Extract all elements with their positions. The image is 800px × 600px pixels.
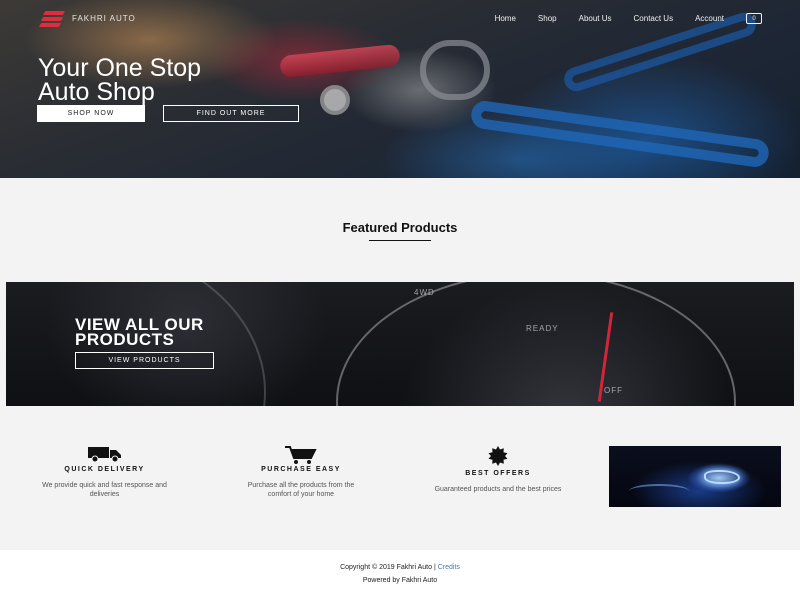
- feature-title: QUICK DELIVERY: [64, 466, 145, 473]
- view-products-button[interactable]: VIEW PRODUCTS: [75, 352, 214, 369]
- powered-by-text: Powered by Fakhri Auto: [362, 577, 438, 584]
- feature-description: Purchase all the products from the comfo…: [222, 481, 380, 499]
- cart-count: 0: [752, 15, 756, 22]
- gauge-label: READY: [526, 324, 559, 333]
- hero-title: Your One Stop Auto Shop: [38, 54, 202, 106]
- feature-description-line: Guaranteed products and the best prices: [434, 486, 562, 493]
- nav-account[interactable]: Account: [695, 14, 724, 23]
- nav-shop[interactable]: Shop: [538, 14, 557, 23]
- nav-home[interactable]: Home: [495, 14, 516, 23]
- gauge-label: 4WD: [414, 288, 435, 297]
- banner-title-line: PRODUCTS: [75, 330, 175, 349]
- hero-title-line: Your One Stop: [38, 54, 202, 82]
- heading-divider: [369, 240, 431, 241]
- gauge-dial: [336, 282, 736, 406]
- feature-description: Guaranteed products and the best prices: [408, 485, 588, 494]
- feature-title: BEST OFFERS: [465, 470, 531, 477]
- cart-icon: [285, 446, 317, 464]
- site-logo[interactable]: FAKHRI AUTO: [38, 10, 136, 27]
- featured-products-heading: Featured Products: [342, 220, 458, 235]
- car-headlight-image: [609, 446, 781, 507]
- feature-description-line: deliveries: [89, 491, 120, 498]
- badge-icon: [488, 446, 508, 466]
- main-nav: Home Shop About Us Contact Us Account 0: [473, 13, 762, 24]
- feature-best-offers: BEST OFFERS Guaranteed products and the …: [408, 446, 588, 494]
- nav-contact-us[interactable]: Contact Us: [634, 14, 674, 23]
- feature-description-line: Purchase all the products from the: [247, 482, 355, 489]
- feature-description-line: We provide quick and fast response and: [42, 482, 167, 489]
- find-out-more-button[interactable]: FIND OUT MORE: [163, 105, 299, 122]
- hero-title-line: Auto Shop: [38, 78, 155, 106]
- hero-image-detail: [279, 43, 401, 79]
- logo-icon: [38, 10, 66, 27]
- headlight-detail: [704, 470, 740, 484]
- shop-now-button[interactable]: SHOP NOW: [37, 105, 145, 122]
- site-footer: Copyright © 2019 Fakhri Auto | Credits P…: [0, 550, 800, 600]
- feature-title: PURCHASE EASY: [261, 466, 341, 473]
- gauge-label: OFF: [604, 386, 623, 395]
- hero-image-detail: [320, 85, 350, 115]
- copyright-text: Copyright © 2019 Fakhri Auto | Credits: [0, 564, 800, 571]
- cart-button[interactable]: 0: [746, 13, 762, 24]
- truck-icon: [87, 447, 121, 462]
- credits-link[interactable]: Credits: [438, 564, 460, 571]
- feature-quick-delivery: QUICK DELIVERY We provide quick and fast…: [12, 446, 197, 499]
- logo-text: FAKHRI AUTO: [72, 13, 136, 23]
- banner-title: VIEW ALL OUR PRODUCTS: [75, 316, 204, 349]
- feature-description: We provide quick and fast response and d…: [12, 481, 197, 499]
- products-banner: 4WD READY OFF VIEW ALL OUR PRODUCTS VIEW…: [6, 282, 794, 406]
- feature-purchase-easy: PURCHASE EASY Purchase all the products …: [222, 446, 380, 499]
- hero-image-detail: [420, 40, 490, 100]
- hero-section: FAKHRI AUTO Home Shop About Us Contact U…: [0, 0, 800, 178]
- hero-image-detail: [469, 99, 771, 169]
- copyright-label: Copyright © 2019 Fakhri Auto |: [340, 564, 436, 571]
- hood-detail: [629, 484, 689, 498]
- feature-description-line: comfort of your home: [267, 491, 335, 498]
- nav-about-us[interactable]: About Us: [579, 14, 612, 23]
